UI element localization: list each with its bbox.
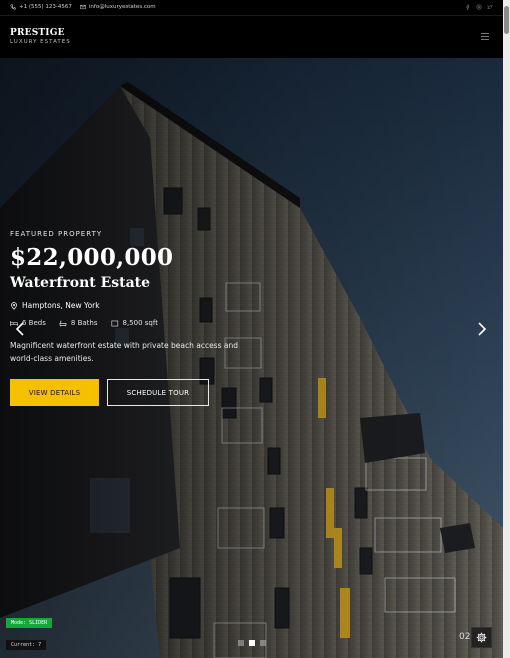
schedule-tour-button[interactable]: SCHEDULE TOUR bbox=[107, 379, 209, 406]
mail-icon bbox=[80, 4, 86, 10]
debug-mode-badge: Mode: SLIDER bbox=[6, 618, 53, 628]
area-spec: 8,500 sqft bbox=[110, 319, 158, 327]
bath-icon bbox=[59, 320, 67, 326]
scrollbar-thumb[interactable] bbox=[504, 6, 509, 34]
site-logo[interactable]: PRESTIGE LUXURY ESTATES bbox=[10, 28, 71, 45]
hero-slider: FEATURED PROPERTY $22,000,000 Waterfront… bbox=[0, 58, 503, 658]
logo-sub-text: LUXURY ESTATES bbox=[10, 39, 71, 45]
beds-text: 6 Beds bbox=[22, 319, 46, 327]
property-location: Hamptons, New York bbox=[10, 301, 270, 310]
settings-button[interactable] bbox=[471, 627, 492, 648]
hero-actions: VIEW DETAILS SCHEDULE TOUR bbox=[10, 379, 270, 406]
area-icon bbox=[110, 320, 118, 326]
slide-number: 02 bbox=[459, 632, 471, 642]
location-pin-icon bbox=[11, 301, 17, 310]
page-scrollbar[interactable] bbox=[503, 0, 510, 658]
view-details-button[interactable]: VIEW DETAILS bbox=[10, 379, 99, 406]
featured-label: FEATURED PROPERTY bbox=[10, 230, 103, 238]
gear-icon bbox=[476, 632, 487, 643]
slide-dot[interactable] bbox=[260, 640, 266, 646]
site-header: PRESTIGE LUXURY ESTATES bbox=[0, 15, 503, 58]
social-links bbox=[465, 4, 503, 10]
top-bar: +1 (555) 123-4567 info@luxuryestates.com bbox=[0, 0, 503, 14]
email-address: info@luxuryestates.com bbox=[88, 4, 156, 10]
slide-indicators bbox=[238, 640, 266, 646]
chevron-left-icon bbox=[15, 322, 24, 336]
instagram-icon[interactable] bbox=[476, 4, 482, 10]
property-price: $22,000,000 bbox=[10, 244, 174, 271]
next-slide-button[interactable] bbox=[477, 321, 487, 336]
hamburger-menu-icon[interactable] bbox=[481, 33, 489, 40]
previous-slide-button[interactable] bbox=[15, 321, 25, 336]
phone-icon bbox=[10, 4, 16, 10]
phone-link[interactable]: +1 (555) 123-4567 bbox=[10, 4, 72, 10]
slide-dot[interactable] bbox=[249, 640, 255, 646]
chevron-right-icon bbox=[478, 322, 487, 336]
logo-main-text: PRESTIGE bbox=[10, 28, 65, 38]
debug-current-badge: Current: 7 bbox=[6, 640, 47, 650]
slide-dot[interactable] bbox=[238, 640, 244, 646]
area-text: 8,500 sqft bbox=[122, 319, 158, 327]
property-description: Magnificent waterfront estate with priva… bbox=[10, 341, 238, 363]
property-specs: 6 Beds 8 Baths 8,500 sqft bbox=[10, 319, 270, 327]
phone-number: +1 (555) 123-4567 bbox=[19, 4, 72, 10]
email-link[interactable]: info@luxuryestates.com bbox=[80, 4, 156, 10]
facebook-icon[interactable] bbox=[465, 4, 471, 10]
property-title: Waterfront Estate bbox=[10, 275, 151, 291]
twitter-icon[interactable] bbox=[487, 4, 493, 10]
hero-content: FEATURED PROPERTY $22,000,000 Waterfront… bbox=[10, 230, 270, 406]
baths-spec: 8 Baths bbox=[59, 319, 98, 327]
baths-text: 8 Baths bbox=[70, 319, 98, 327]
location-text: Hamptons, New York bbox=[22, 301, 100, 310]
